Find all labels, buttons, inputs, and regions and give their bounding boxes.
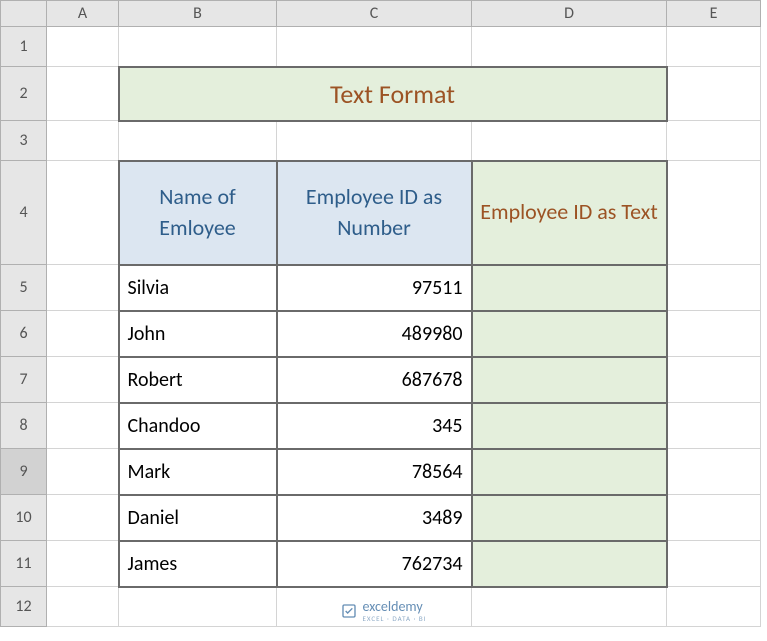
- cell-B3[interactable]: [119, 121, 277, 161]
- row-header-8[interactable]: 8: [1, 403, 47, 449]
- cell-E4[interactable]: [667, 161, 761, 265]
- cell-name-3[interactable]: Chandoo: [119, 403, 277, 449]
- cell-E8[interactable]: [667, 403, 761, 449]
- cell-E1[interactable]: [667, 27, 761, 67]
- cell-A4[interactable]: [47, 161, 119, 265]
- title-cell[interactable]: Text Format: [119, 67, 667, 121]
- cell-A1[interactable]: [47, 27, 119, 67]
- cell-E12[interactable]: [667, 587, 761, 627]
- cell-C1[interactable]: [277, 27, 472, 67]
- cell-A9[interactable]: [47, 449, 119, 495]
- col-header-A[interactable]: A: [47, 1, 119, 27]
- cell-A7[interactable]: [47, 357, 119, 403]
- cell-A3[interactable]: [47, 121, 119, 161]
- row-header-10[interactable]: 10: [1, 495, 47, 541]
- cell-A8[interactable]: [47, 403, 119, 449]
- cell-id-6[interactable]: 762734: [277, 541, 472, 587]
- cell-name-4[interactable]: Mark: [119, 449, 277, 495]
- cell-id-0[interactable]: 97511: [277, 265, 472, 311]
- row-header-11[interactable]: 11: [1, 541, 47, 587]
- col-header-D[interactable]: D: [472, 1, 667, 27]
- cell-A2[interactable]: [47, 67, 119, 121]
- cell-B12[interactable]: [119, 587, 277, 627]
- cell-idtext-0[interactable]: [472, 265, 667, 311]
- row-header-6[interactable]: 6: [1, 311, 47, 357]
- row-header-4[interactable]: 4: [1, 161, 47, 265]
- cell-C3[interactable]: [277, 121, 472, 161]
- cell-E11[interactable]: [667, 541, 761, 587]
- cell-idtext-5[interactable]: [472, 495, 667, 541]
- row-header-5[interactable]: 5: [1, 265, 47, 311]
- cell-id-1[interactable]: 489980: [277, 311, 472, 357]
- col-header-E[interactable]: E: [667, 1, 761, 27]
- row-header-9[interactable]: 9: [1, 449, 47, 495]
- cell-idtext-2[interactable]: [472, 357, 667, 403]
- cell-id-2[interactable]: 687678: [277, 357, 472, 403]
- row-header-12[interactable]: 12: [1, 587, 47, 627]
- cell-D12[interactable]: [472, 587, 667, 627]
- cell-name-0[interactable]: Silvia: [119, 265, 277, 311]
- watermark-text: exceldemy EXCEL · DATA · BI: [362, 598, 426, 623]
- spreadsheet-grid: A B C D E 1 2 Text Format 3 4 Name of Em…: [0, 0, 761, 627]
- row-header-7[interactable]: 7: [1, 357, 47, 403]
- cell-D3[interactable]: [472, 121, 667, 161]
- row-header-2[interactable]: 2: [1, 67, 47, 121]
- cell-idtext-6[interactable]: [472, 541, 667, 587]
- cell-E2[interactable]: [667, 67, 761, 121]
- cell-B1[interactable]: [119, 27, 277, 67]
- cell-A10[interactable]: [47, 495, 119, 541]
- logo-icon: [340, 603, 356, 619]
- cell-D1[interactable]: [472, 27, 667, 67]
- watermark-brand: exceldemy: [362, 598, 422, 615]
- col-header-B[interactable]: B: [119, 1, 277, 27]
- cell-A12[interactable]: [47, 587, 119, 627]
- cell-name-6[interactable]: James: [119, 541, 277, 587]
- cell-idtext-3[interactable]: [472, 403, 667, 449]
- cell-idtext-4[interactable]: [472, 449, 667, 495]
- cell-E6[interactable]: [667, 311, 761, 357]
- cell-E7[interactable]: [667, 357, 761, 403]
- watermark: exceldemy EXCEL · DATA · BI: [340, 598, 426, 623]
- select-all-corner[interactable]: [1, 1, 47, 27]
- header-id-number[interactable]: Employee ID as Number: [277, 161, 472, 265]
- header-id-text[interactable]: Employee ID as Text: [472, 161, 667, 265]
- cell-id-5[interactable]: 3489: [277, 495, 472, 541]
- cell-E9[interactable]: [667, 449, 761, 495]
- cell-E3[interactable]: [667, 121, 761, 161]
- row-header-1[interactable]: 1: [1, 27, 47, 67]
- cell-A5[interactable]: [47, 265, 119, 311]
- col-header-C[interactable]: C: [277, 1, 472, 27]
- cell-A11[interactable]: [47, 541, 119, 587]
- cell-A6[interactable]: [47, 311, 119, 357]
- cell-idtext-1[interactable]: [472, 311, 667, 357]
- row-header-3[interactable]: 3: [1, 121, 47, 161]
- cell-E10[interactable]: [667, 495, 761, 541]
- cell-id-4[interactable]: 78564: [277, 449, 472, 495]
- cell-name-1[interactable]: John: [119, 311, 277, 357]
- header-name[interactable]: Name of Emloyee: [119, 161, 277, 265]
- cell-name-2[interactable]: Robert: [119, 357, 277, 403]
- cell-E5[interactable]: [667, 265, 761, 311]
- cell-id-3[interactable]: 345: [277, 403, 472, 449]
- watermark-tag: EXCEL · DATA · BI: [362, 614, 426, 623]
- cell-name-5[interactable]: Daniel: [119, 495, 277, 541]
